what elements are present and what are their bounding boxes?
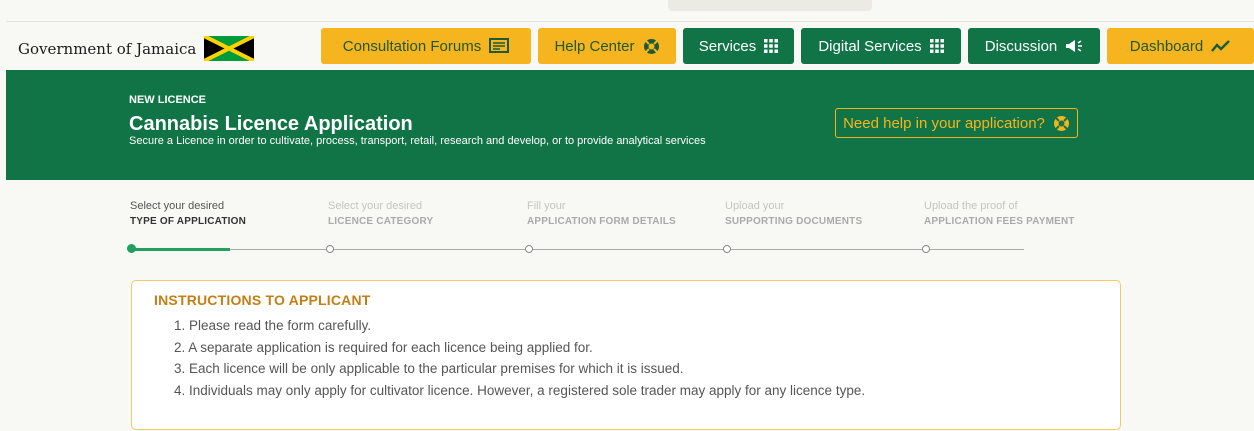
banner-eyebrow: NEW LICENCE [129, 94, 206, 106]
instructions-panel: INSTRUCTIONS TO APPLICANT 1. Please read… [131, 280, 1121, 430]
step-dot [326, 245, 334, 253]
nav-label: Consultation Forums [342, 37, 482, 55]
step-title: LICENCE CATEGORY [328, 216, 434, 227]
step-caption: Upload your [725, 200, 785, 212]
step-type-of-application[interactable]: Select your desired TYPE OF APPLICATION [130, 200, 246, 227]
instruction-item: 4. Individuals may only apply for cultiv… [174, 382, 866, 398]
stepper-progress [130, 248, 230, 251]
step-licence-category: Select your desired LICENCE CATEGORY [328, 200, 433, 227]
step-caption: Select your desired [328, 200, 423, 212]
application-help-button[interactable]: Need help in your application? [835, 108, 1078, 138]
instruction-item: 2. A separate application is required fo… [174, 339, 593, 355]
nav-dashboard[interactable]: Dashboard [1107, 28, 1254, 64]
megaphone-icon [1066, 40, 1083, 52]
nav-consultation-forums[interactable]: Consultation Forums [321, 28, 531, 64]
step-dot-active[interactable] [127, 244, 136, 253]
step-dot [525, 245, 533, 253]
scroll-hint [668, 0, 872, 11]
page-title: Cannabis Licence Application [129, 113, 413, 135]
top-strip [0, 0, 1254, 20]
nav-label: Help Center [554, 37, 635, 55]
instruction-item: 1. Please read the form carefully. [174, 318, 372, 333]
instruction-item: 3. Each licence will be only applicable … [174, 361, 684, 376]
step-title: TYPE OF APPLICATION [130, 216, 247, 227]
lifebuoy-icon [1053, 115, 1069, 131]
step-dot [922, 245, 930, 253]
brand-name: Government of Jamaica [18, 39, 197, 58]
step-application-form-details: Fill your APPLICATION FORM DETAILS [527, 200, 676, 227]
help-button-label: Need help in your application? [843, 114, 1045, 132]
instructions-heading: INSTRUCTIONS TO APPLICANT [154, 292, 371, 308]
page-banner: NEW LICENCE Cannabis Licence Application… [6, 70, 1254, 180]
nav-label: Digital Services [818, 37, 922, 55]
site-header: Government of Jamaica Consultation Forum… [6, 21, 1254, 70]
grid-icon [764, 39, 779, 53]
stepper-track [130, 249, 1024, 250]
instructions-list: 1. Please read the form carefully. 2. A … [174, 315, 865, 401]
step-caption: Select your desired [130, 200, 225, 212]
jamaica-flag-icon [204, 36, 255, 61]
step-caption: Fill your [527, 200, 566, 212]
nav-discussion[interactable]: Discussion [968, 28, 1100, 64]
page-subtitle: Secure a Licence in order to cultivate, … [129, 135, 706, 147]
application-stepper: Select your desired TYPE OF APPLICATION … [0, 200, 1254, 270]
trend-icon [1211, 40, 1231, 52]
nav-help-center[interactable]: Help Center [538, 28, 676, 64]
brand[interactable]: Government of Jamaica [18, 36, 255, 61]
step-title: APPLICATION FEES PAYMENT [924, 216, 1075, 227]
nav-digital-services[interactable]: Digital Services [801, 28, 961, 64]
nav-label: Discussion [984, 37, 1058, 55]
lifebuoy-icon [643, 38, 659, 54]
nav-label: Services [698, 37, 757, 55]
nav-label: Dashboard [1129, 37, 1204, 55]
step-title: APPLICATION FORM DETAILS [527, 216, 676, 227]
grid-icon [929, 39, 944, 53]
step-application-fees-payment: Upload the proof of APPLICATION FEES PAY… [924, 200, 1075, 227]
step-dot [723, 245, 731, 253]
step-supporting-documents: Upload your SUPPORTING DOCUMENTS [725, 200, 862, 227]
step-title: SUPPORTING DOCUMENTS [725, 216, 863, 227]
forum-icon [489, 37, 510, 53]
nav-services[interactable]: Services [683, 28, 794, 64]
step-caption: Upload the proof of [924, 200, 1018, 212]
